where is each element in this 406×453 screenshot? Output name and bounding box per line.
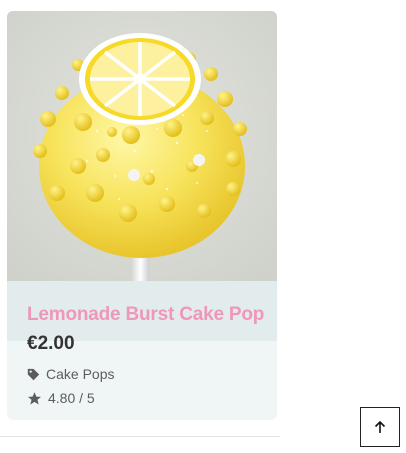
product-title[interactable]: Lemonade Burst Cake Pop	[27, 304, 264, 326]
product-category: Cake Pops	[27, 366, 114, 382]
back-to-top-button[interactable]	[360, 407, 400, 447]
star-icon	[27, 391, 42, 404]
divider	[0, 436, 280, 437]
page: Lemonade Burst Cake Pop €2.00 Cake Pops …	[0, 0, 406, 453]
product-card[interactable]: Lemonade Burst Cake Pop €2.00 Cake Pops …	[7, 11, 277, 420]
product-image[interactable]	[7, 11, 277, 281]
category-label[interactable]: Cake Pops	[46, 366, 114, 382]
rating-value: 4.80 / 5	[48, 390, 95, 406]
product-rating: 4.80 / 5	[27, 390, 95, 406]
tag-icon	[27, 368, 40, 380]
product-price: €2.00	[27, 333, 75, 354]
arrow-up-icon	[374, 420, 386, 433]
